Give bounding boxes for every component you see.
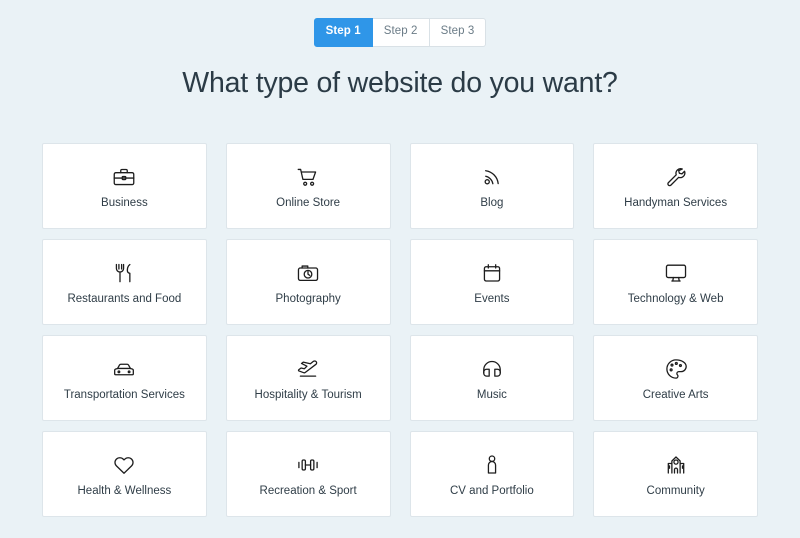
- step-tab-2[interactable]: Step 2: [372, 18, 430, 47]
- rss-feed-icon: [479, 162, 505, 192]
- step-tab-1[interactable]: Step 1: [313, 18, 373, 47]
- category-card-business[interactable]: Business: [42, 142, 207, 229]
- headphones-icon: [479, 354, 505, 384]
- fork-and-knife-icon: [111, 258, 137, 288]
- category-card-creative-arts[interactable]: Creative Arts: [593, 334, 758, 421]
- category-card-cv-and-portfolio[interactable]: CV and Portfolio: [409, 430, 575, 517]
- category-card-online-store[interactable]: Online Store: [225, 142, 391, 229]
- category-card-label: Events: [474, 292, 510, 305]
- camera-icon: [295, 258, 321, 288]
- calendar-icon: [479, 258, 505, 288]
- category-card-label: Recreation & Sport: [259, 484, 357, 497]
- step-tab-3-label: Step 3: [440, 25, 475, 37]
- category-card-hospitality-and-tourism[interactable]: Hospitality & Tourism: [225, 334, 391, 421]
- step-indicator: Step 1 Step 2 Step 3: [313, 18, 487, 47]
- heart-icon: [111, 450, 137, 480]
- category-card-handyman-services[interactable]: Handyman Services: [593, 142, 758, 229]
- page-title: What type of website do you want?: [182, 66, 618, 99]
- category-card-restaurants-and-food[interactable]: Restaurants and Food: [42, 238, 207, 325]
- category-card-label: Hospitality & Tourism: [254, 388, 362, 401]
- category-card-label: Technology & Web: [627, 292, 724, 305]
- paint-palette-icon: [663, 354, 689, 384]
- car-icon: [111, 354, 137, 384]
- category-card-technology-and-web[interactable]: Technology & Web: [593, 238, 758, 325]
- category-card-label: Handyman Services: [624, 196, 728, 209]
- dumbbell-icon: [295, 450, 321, 480]
- category-card-recreation-and-sport[interactable]: Recreation & Sport: [225, 430, 391, 517]
- step-tab-2-label: Step 2: [383, 25, 418, 37]
- category-card-events[interactable]: Events: [409, 238, 575, 325]
- airplane-takeoff-icon: [295, 354, 321, 384]
- category-card-photography[interactable]: Photography: [225, 238, 391, 325]
- category-card-label: Online Store: [276, 196, 341, 209]
- person-icon: [479, 450, 505, 480]
- category-card-label: Restaurants and Food: [67, 292, 182, 305]
- monitor-icon: [663, 258, 689, 288]
- category-card-community[interactable]: Community: [593, 430, 758, 517]
- briefcase-icon: [111, 162, 137, 192]
- town-hall-icon: [663, 450, 689, 480]
- category-card-label: Music: [476, 388, 507, 401]
- category-card-label: Business: [101, 196, 148, 209]
- website-type-chooser-page: Step 1 Step 2 Step 3 What type of websit…: [0, 0, 800, 538]
- category-card-label: Blog: [480, 196, 504, 209]
- wrench-icon: [663, 162, 689, 192]
- category-card-label: Creative Arts: [642, 388, 709, 401]
- category-card-label: Community: [646, 484, 705, 497]
- category-card-blog[interactable]: Blog: [409, 142, 575, 229]
- step-tab-3[interactable]: Step 3: [429, 18, 487, 47]
- step-tab-1-label: Step 1: [325, 25, 361, 37]
- category-card-label: CV and Portfolio: [450, 484, 534, 497]
- shopping-cart-icon: [295, 162, 321, 192]
- category-grid: Business Online Store Blog Handyman Serv…: [42, 142, 758, 517]
- category-card-health-and-wellness[interactable]: Health & Wellness: [42, 430, 207, 517]
- category-card-label: Photography: [275, 292, 341, 305]
- category-card-label: Transportation Services: [63, 388, 185, 401]
- category-card-transportation-services[interactable]: Transportation Services: [42, 334, 207, 421]
- category-card-label: Health & Wellness: [77, 484, 172, 497]
- category-card-music[interactable]: Music: [409, 334, 575, 421]
